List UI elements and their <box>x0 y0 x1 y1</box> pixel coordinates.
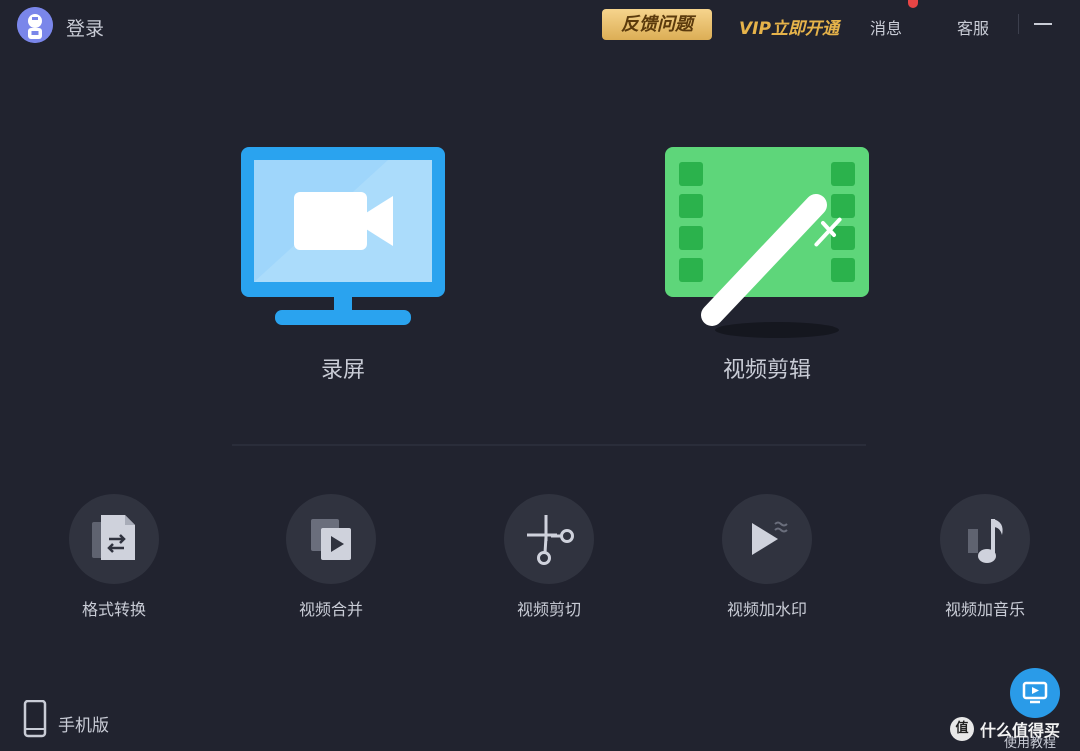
play-screen-icon <box>1022 681 1048 704</box>
tool-video-merge[interactable]: 视频合并 <box>251 494 411 620</box>
screen-record-icon <box>241 147 445 325</box>
phone-icon <box>23 699 47 738</box>
format-convert-icon <box>92 515 135 560</box>
minimize-button[interactable] <box>1034 23 1052 25</box>
tool-label: 格式转换 <box>81 600 146 619</box>
title-bar: 登录 反馈问题 VIP立即开通 消息 客服 <box>0 0 1080 52</box>
watermark-icon <box>752 521 788 555</box>
tool-label: 视频剪切 <box>516 600 581 619</box>
tool-label: 视频合并 <box>298 600 363 619</box>
mobile-version-button[interactable] <box>23 699 47 742</box>
feedback-button[interactable]: 反馈问题 <box>602 9 712 40</box>
scissors-icon <box>527 515 574 565</box>
video-edit-label: 视频剪辑 <box>722 358 811 383</box>
site-watermark: 值 什么值得买 <box>950 716 1060 742</box>
avatar[interactable] <box>17 7 53 43</box>
user-icon <box>17 7 53 43</box>
tool-label: 视频加水印 <box>726 600 807 619</box>
customer-service-link[interactable]: 客服 <box>957 15 989 39</box>
section-divider <box>232 444 866 446</box>
vip-activate-link[interactable]: VIP立即开通 <box>739 14 839 39</box>
titlebar-divider <box>1018 14 1019 34</box>
mobile-version-label[interactable]: 手机版 <box>58 711 109 736</box>
video-edit-tile[interactable] <box>652 145 882 345</box>
login-link[interactable]: 登录 <box>66 14 104 41</box>
video-edit-icon <box>665 147 869 338</box>
watermark-text: 什么值得买 <box>980 721 1061 740</box>
tool-video-cut[interactable]: 视频剪切 <box>469 494 629 620</box>
video-merge-icon <box>311 519 351 560</box>
tool-format-convert[interactable]: 格式转换 <box>34 494 194 620</box>
watermark-logo: 值 <box>950 717 974 741</box>
screen-record-label: 录屏 <box>320 358 365 383</box>
messages-link[interactable]: 消息 <box>870 15 902 39</box>
tool-video-watermark[interactable]: 视频加水印 <box>687 494 847 620</box>
tool-video-music[interactable]: 视频加音乐 <box>905 494 1065 620</box>
tool-label: 视频加音乐 <box>944 600 1025 619</box>
notification-badge <box>908 0 918 8</box>
tutorial-button[interactable] <box>1010 668 1060 718</box>
music-note-icon <box>968 519 1003 563</box>
screen-record-tile[interactable] <box>228 145 458 335</box>
